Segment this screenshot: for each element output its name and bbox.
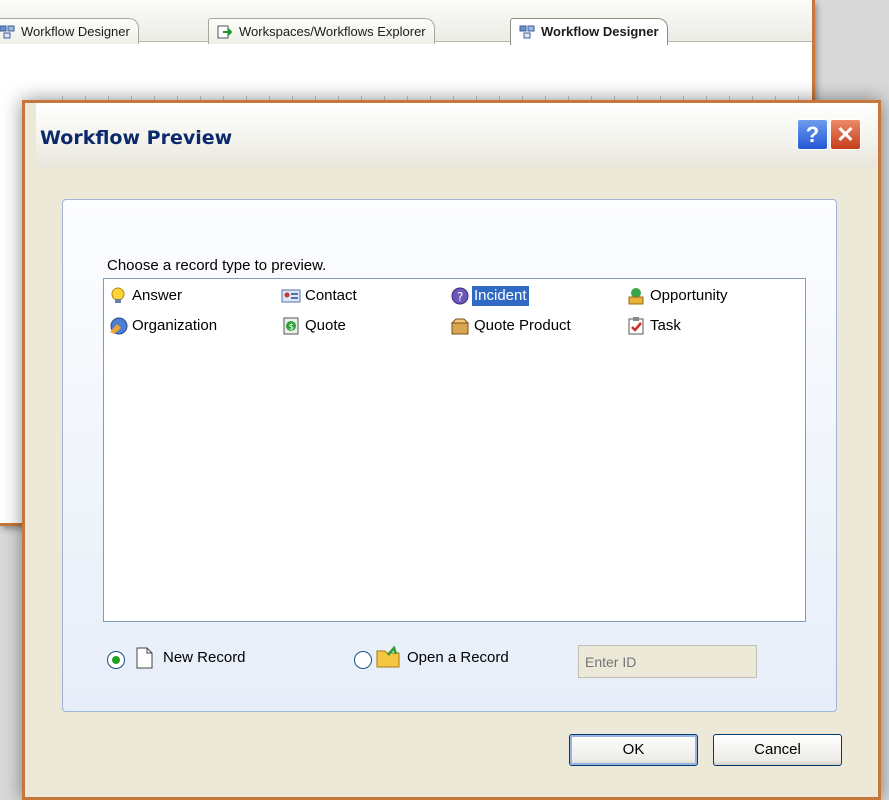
tab-label: Workflow Designer — [21, 24, 130, 39]
dialog-title: Workflow Preview — [40, 127, 233, 149]
cancel-button[interactable]: Cancel — [713, 734, 842, 766]
explorer-icon — [217, 25, 233, 39]
close-icon: ✕ — [836, 122, 855, 147]
help-icon: ? — [805, 122, 820, 147]
new-record-label[interactable]: New Record — [163, 649, 246, 666]
record-type-label: Opportunity — [650, 287, 728, 304]
new-record-radio[interactable] — [107, 651, 125, 669]
tab-workspaces-explorer[interactable]: Workspaces/Workflows Explorer — [208, 18, 435, 44]
workflow-icon — [0, 25, 15, 39]
workflow-icon — [519, 25, 535, 39]
record-id-input[interactable] — [578, 645, 757, 678]
record-type-organization[interactable]: Organization — [108, 315, 219, 337]
record-type-quote-product[interactable]: Quote Product — [450, 315, 573, 337]
incident-icon: ? — [451, 287, 469, 305]
lightbulb-icon — [111, 287, 125, 303]
record-type-label: Answer — [132, 287, 183, 304]
record-type-list[interactable]: Answer Contact ? Incident Opportunity Or… — [103, 278, 806, 622]
record-type-answer[interactable]: Answer — [108, 285, 184, 307]
open-record-radio[interactable] — [354, 651, 372, 669]
organization-icon — [110, 317, 128, 335]
close-button[interactable]: ✕ — [830, 119, 861, 150]
new-document-icon — [136, 647, 153, 669]
tab-label: Workspaces/Workflows Explorer — [239, 24, 426, 39]
help-button[interactable]: ? — [797, 119, 828, 150]
record-type-task[interactable]: Task — [626, 315, 683, 337]
record-type-label: Organization — [132, 317, 218, 334]
record-type-label: Quote Product — [474, 317, 571, 334]
tab-label: Workflow Designer — [541, 24, 659, 39]
contact-card-icon — [281, 289, 301, 303]
ok-button[interactable]: OK — [569, 734, 698, 766]
record-type-panel: Choose a record type to preview. Answer — [62, 199, 837, 712]
svg-text:?: ? — [457, 290, 463, 304]
record-type-label: Quote — [305, 317, 346, 334]
svg-text:$: $ — [289, 323, 295, 333]
record-type-quote[interactable]: $ Quote — [281, 315, 348, 337]
record-type-label: Contact — [305, 287, 357, 304]
tab-workflow-designer-active[interactable]: Workflow Designer — [510, 18, 668, 45]
workflow-preview-dialog: Workflow Preview ? ✕ Choose a record typ… — [22, 100, 881, 800]
record-type-label: Incident — [472, 286, 529, 306]
task-icon — [628, 317, 644, 335]
open-record-label[interactable]: Open a Record — [407, 649, 509, 666]
dialog-titlebar[interactable]: Workflow Preview ? ✕ — [36, 103, 878, 167]
quote-product-icon — [450, 318, 470, 335]
quote-icon: $ — [283, 317, 299, 335]
record-type-contact[interactable]: Contact — [281, 285, 359, 307]
record-type-opportunity[interactable]: Opportunity — [626, 285, 730, 307]
open-folder-icon — [376, 645, 400, 668]
record-type-label: Task — [650, 317, 681, 334]
record-type-incident[interactable]: ? Incident — [450, 285, 529, 307]
record-type-prompt: Choose a record type to preview. — [107, 257, 327, 274]
document-tabstrip: Workflow Designer Workspaces/Workflows E… — [0, 0, 812, 45]
tab-workflow-designer-1[interactable]: Workflow Designer — [0, 18, 139, 44]
opportunity-icon — [628, 288, 644, 305]
